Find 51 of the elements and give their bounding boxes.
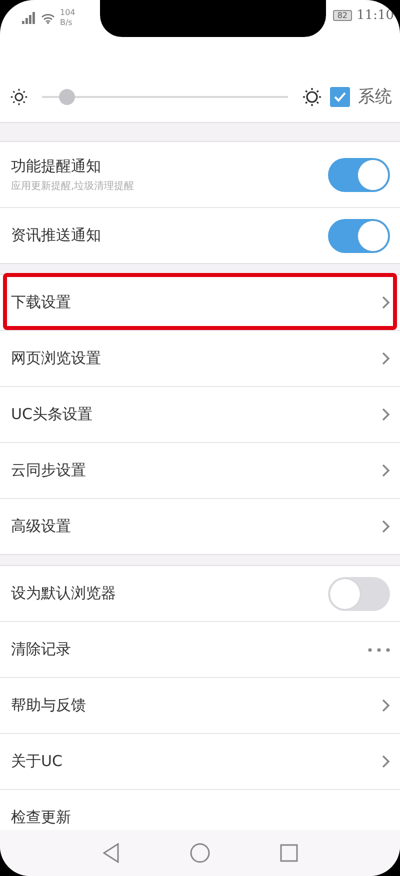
chevron-right-icon	[382, 520, 390, 533]
brightness-icon	[10, 88, 28, 106]
brightness-slider[interactable]	[42, 88, 288, 104]
settings-row[interactable]: 网页浏览设置	[0, 330, 400, 386]
setting-label: UC头条设置	[11, 405, 94, 424]
wifi-icon	[41, 12, 55, 24]
system-label: 系统	[358, 86, 392, 108]
settings-row[interactable]: 云同步设置	[0, 442, 400, 498]
status-time: 11:10	[356, 8, 394, 23]
settings-row[interactable]: 设为默认浏览器	[0, 566, 400, 621]
network-speed-unit: B/s	[60, 18, 74, 28]
setting-description: 应用更新提醒,垃圾清理提醒	[11, 180, 136, 192]
back-icon[interactable]	[102, 843, 120, 863]
chevron-right-icon	[382, 464, 390, 477]
settings-row[interactable]: 资讯推送通知	[0, 207, 400, 263]
brightness-icon	[302, 86, 322, 106]
system-checkbox[interactable]	[330, 86, 350, 106]
setting-label: 检查更新	[11, 808, 72, 827]
battery-level: 82	[333, 10, 352, 21]
chevron-right-icon	[382, 352, 390, 365]
signal-icon	[22, 12, 36, 24]
settings-row[interactable]: 帮助与反馈	[0, 677, 400, 733]
chevron-right-icon	[382, 699, 390, 712]
setting-label: 清除记录	[11, 640, 72, 659]
setting-label: 网页浏览设置	[11, 349, 102, 368]
setting-label: 帮助与反馈	[11, 696, 87, 715]
settings-row[interactable]: 高级设置	[0, 498, 400, 554]
toggle-switch[interactable]	[328, 218, 390, 252]
setting-label: 关于UC	[11, 752, 64, 771]
settings-row[interactable]: 功能提醒通知 应用更新提醒,垃圾清理提醒	[0, 142, 400, 207]
chevron-right-icon	[382, 296, 390, 309]
toggle-switch[interactable]	[328, 158, 390, 192]
checkmark-icon	[334, 92, 346, 102]
slider-thumb[interactable]	[58, 88, 75, 104]
recents-icon[interactable]	[280, 844, 298, 862]
more-icon[interactable]	[368, 648, 390, 652]
settings-row[interactable]: 关于UC	[0, 733, 400, 789]
setting-label: 云同步设置	[11, 461, 87, 480]
setting-label: 高级设置	[11, 517, 72, 536]
setting-label: 下载设置	[11, 293, 72, 312]
toggle-switch[interactable]	[328, 576, 390, 610]
settings-row[interactable]: UC头条设置	[0, 386, 400, 442]
setting-label: 功能提醒通知	[11, 156, 102, 176]
home-icon[interactable]	[190, 843, 210, 863]
chevron-right-icon	[382, 755, 390, 768]
setting-label: 设为默认浏览器	[11, 584, 117, 603]
settings-row[interactable]: 下载设置	[0, 275, 400, 330]
network-speed: 104	[60, 8, 76, 18]
chevron-right-icon	[382, 408, 390, 421]
settings-row[interactable]: 清除记录	[0, 621, 400, 677]
setting-label: 资讯推送通知	[11, 226, 102, 245]
